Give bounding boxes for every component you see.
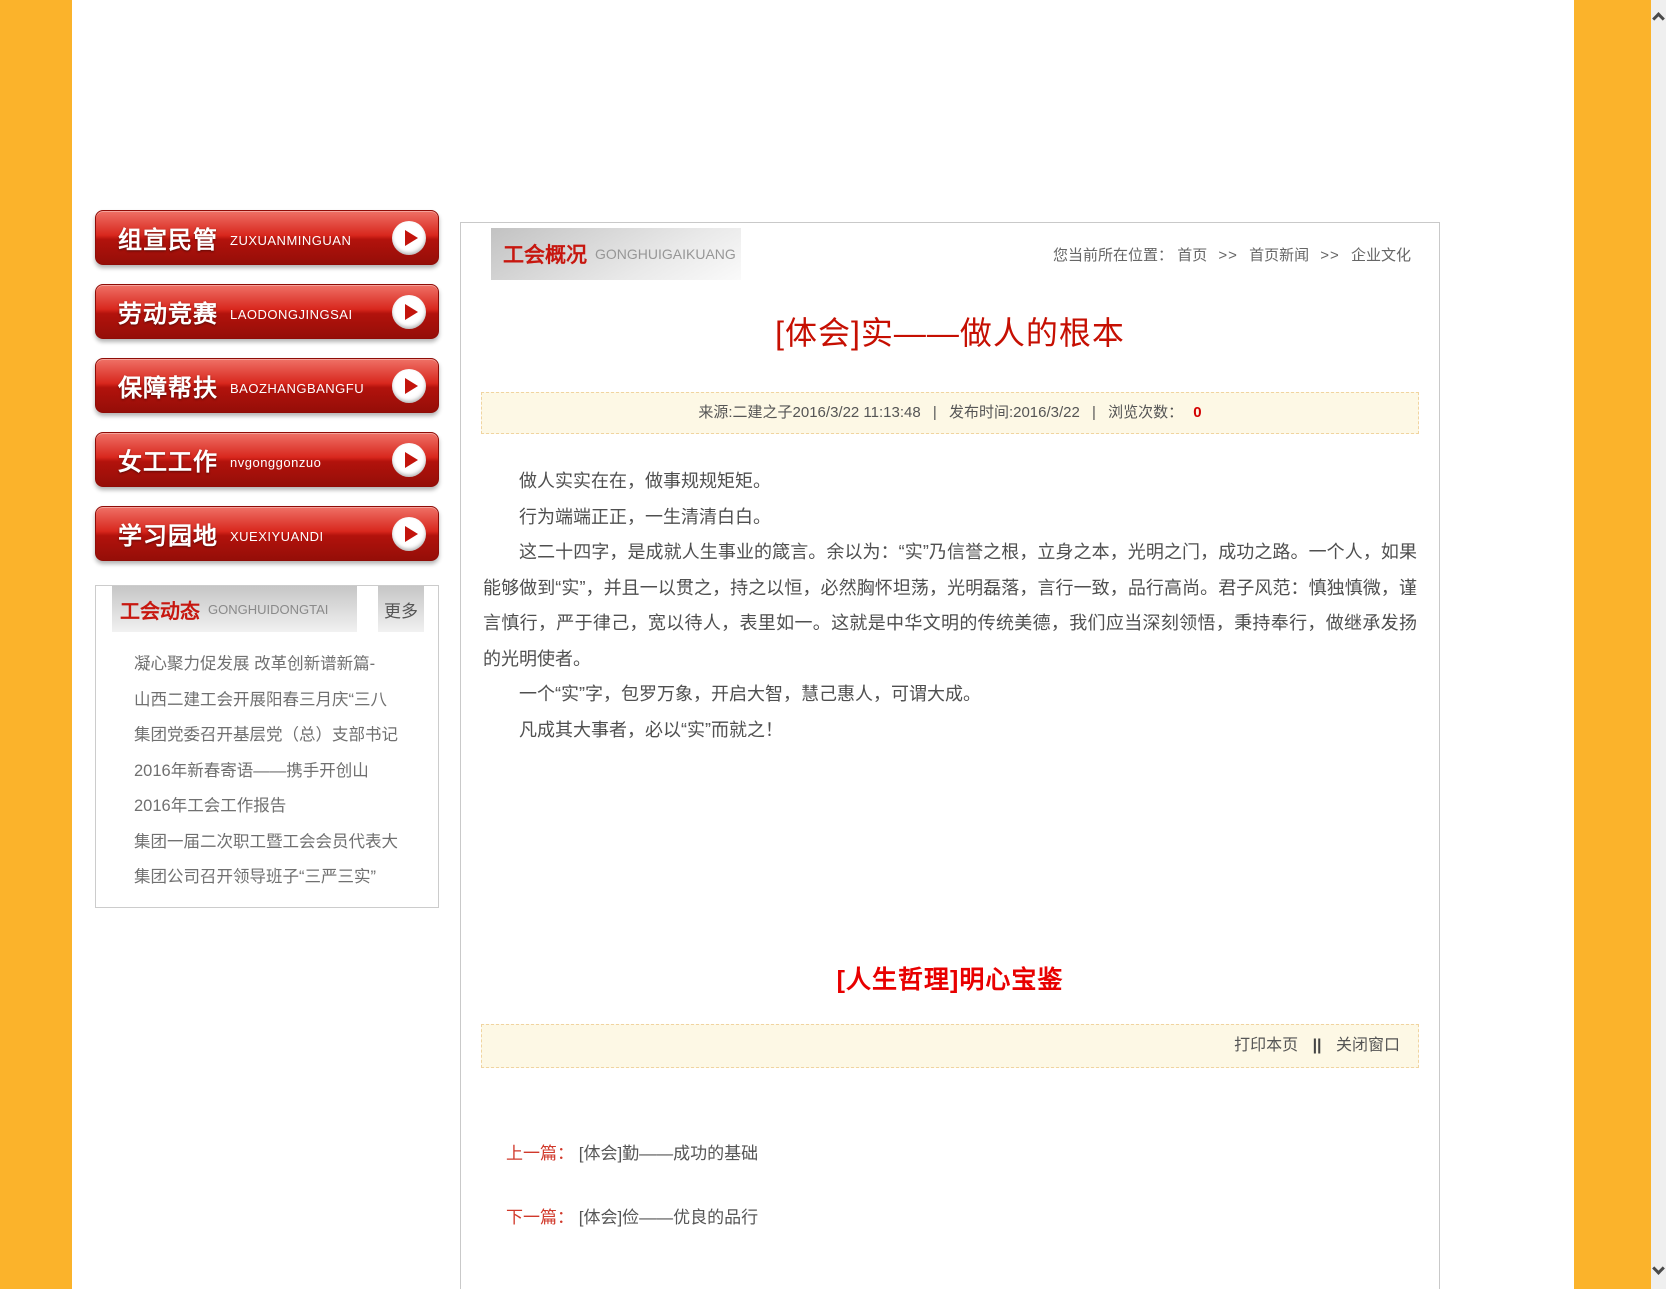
article-body: 做人实实在在，做事规规矩矩。 行为端端正正，一生清清白白。 这二十四字，是成就人… xyxy=(483,464,1417,748)
scroll-down-icon[interactable] xyxy=(1652,1262,1665,1275)
news-item[interactable]: 2016年新春寄语——携手开创山 xyxy=(134,754,428,790)
links-separator: || xyxy=(1313,1037,1322,1054)
scroll-up-icon[interactable] xyxy=(1652,12,1665,25)
sidebar-button-nvgonggongzuo[interactable]: 女工工作 nvgonggonzuo xyxy=(95,432,439,487)
section-header: 工会概况 GONGHUIGAIKUANG xyxy=(491,228,741,280)
breadcrumb-link-culture[interactable]: 企业文化 xyxy=(1351,247,1411,264)
news-item[interactable]: 凝心聚力促发展 改革创新谱新篇- xyxy=(134,647,428,683)
breadcrumb: 您当前所在位置： 首页 >> 首页新闻 >> 企业文化 xyxy=(1053,244,1411,265)
nav-button-pinyin: BAOZHANGBANGFU xyxy=(230,381,364,396)
sidebar-button-xuexiyuandi[interactable]: 学习园地 XUEXIYUANDI xyxy=(95,506,439,561)
prev-article-label: 上一篇： xyxy=(506,1144,574,1163)
play-icon xyxy=(392,443,426,477)
nav-button-pinyin: XUEXIYUANDI xyxy=(230,529,324,544)
breadcrumb-prefix: 您当前所在位置： xyxy=(1053,247,1173,264)
sidebar-button-zuxuanminguan[interactable]: 组宣民管 ZUXUANMINGUAN xyxy=(95,210,439,265)
news-item[interactable]: 山西二建工会开展阳春三月庆“三八 xyxy=(134,683,428,719)
prev-article-row: 上一篇： [体会]勤——成功的基础 xyxy=(461,1142,1439,1166)
union-news-list: 凝心聚力促发展 改革创新谱新篇- 山西二建工会开展阳春三月庆“三八 集团党委召开… xyxy=(134,647,428,896)
article-paragraph: 行为端端正正，一生清清白白。 xyxy=(483,500,1417,536)
meta-source: 来源:二建之子2016/3/22 11:13:48 xyxy=(698,404,920,421)
article-title: [体会]实——做人的根本 xyxy=(461,310,1439,356)
meta-divider: | xyxy=(1092,404,1096,421)
more-link[interactable]: 更多 xyxy=(378,586,424,632)
news-item[interactable]: 集团党委召开基层党（总）支部书记 xyxy=(134,718,428,754)
play-icon xyxy=(392,295,426,329)
nav-button-label: 保障帮扶 xyxy=(118,368,218,403)
article-meta-bar: 来源:二建之子2016/3/22 11:13:48 | 发布时间:2016/3/… xyxy=(481,392,1419,434)
page-scrollbar[interactable] xyxy=(1651,0,1666,1289)
breadcrumb-separator: >> xyxy=(1218,247,1238,264)
section-pinyin: GONGHUIGAIKUANG xyxy=(595,246,736,262)
breadcrumb-link-home[interactable]: 首页 xyxy=(1177,247,1207,264)
breadcrumb-link-news[interactable]: 首页新闻 xyxy=(1249,247,1309,264)
meta-views-label: 浏览次数： xyxy=(1108,404,1183,421)
play-icon xyxy=(392,369,426,403)
union-news-panel: 工会动态 GONGHUIDONGTAI 更多 凝心聚力促发展 改革创新谱新篇- … xyxy=(95,585,439,908)
union-news-header: 工会动态 GONGHUIDONGTAI 更多 xyxy=(96,586,438,632)
play-icon xyxy=(392,517,426,551)
next-article-label: 下一篇： xyxy=(506,1208,574,1227)
sidebar: 组宣民管 ZUXUANMINGUAN 劳动竞赛 LAODONGJINGSAI 保… xyxy=(95,210,439,908)
news-item[interactable]: 集团公司召开领导班子“三严三实” xyxy=(134,860,428,896)
nav-button-label: 女工工作 xyxy=(118,442,218,477)
sidebar-button-laodongjingsai[interactable]: 劳动竞赛 LAODONGJINGSAI xyxy=(95,284,439,339)
union-news-title-block: 工会动态 GONGHUIDONGTAI xyxy=(112,586,357,632)
next-article-link[interactable]: [体会]俭——优良的品行 xyxy=(579,1208,758,1227)
article-paragraph: 做人实实在在，做事规规矩矩。 xyxy=(483,464,1417,500)
union-news-title: 工会动态 xyxy=(120,595,200,624)
nav-button-pinyin: ZUXUANMINGUAN xyxy=(230,233,351,248)
right-border-decoration xyxy=(1574,0,1651,1289)
panel-header: 工会概况 GONGHUIGAIKUANG 您当前所在位置： 首页 >> 首页新闻… xyxy=(461,223,1439,280)
print-page-link[interactable]: 打印本页 xyxy=(1234,1037,1298,1054)
prev-article-link[interactable]: [体会]勤——成功的基础 xyxy=(579,1144,758,1163)
article-panel: 工会概况 GONGHUIGAIKUANG 您当前所在位置： 首页 >> 首页新闻… xyxy=(460,222,1440,1289)
meta-publish-time: 发布时间:2016/3/22 xyxy=(949,404,1080,421)
union-news-pinyin: GONGHUIDONGTAI xyxy=(208,602,328,617)
meta-divider: | xyxy=(933,404,937,421)
breadcrumb-separator: >> xyxy=(1320,247,1340,264)
page-root: 组宣民管 ZUXUANMINGUAN 劳动竞赛 LAODONGJINGSAI 保… xyxy=(0,0,1666,1289)
news-item[interactable]: 2016年工会工作报告 xyxy=(134,789,428,825)
article-subtitle: [人生哲理]明心宝鉴 xyxy=(461,964,1439,996)
views-count: 0 xyxy=(1193,404,1201,421)
nav-button-pinyin: nvgonggonzuo xyxy=(230,455,321,470)
article-paragraph: 一个“实”字，包罗万象，开启大智，慧己惠人，可谓大成。 xyxy=(483,677,1417,713)
play-icon xyxy=(392,221,426,255)
nav-button-label: 劳动竞赛 xyxy=(118,294,218,329)
sidebar-button-baozhangbangfu[interactable]: 保障帮扶 BAOZHANGBANGFU xyxy=(95,358,439,413)
nav-button-label: 学习园地 xyxy=(118,516,218,551)
next-article-row: 下一篇： [体会]俭——优良的品行 xyxy=(461,1206,1439,1230)
left-border-decoration xyxy=(0,0,72,1289)
nav-button-label: 组宣民管 xyxy=(118,220,218,255)
news-item[interactable]: 集团一届二次职工暨工会会员代表大 xyxy=(134,825,428,861)
nav-button-pinyin: LAODONGJINGSAI xyxy=(230,307,353,322)
print-close-bar: 打印本页 || 关闭窗口 xyxy=(481,1024,1419,1068)
article-paragraph: 凡成其大事者，必以“实”而就之！ xyxy=(483,713,1417,749)
article-paragraph: 这二十四字，是成就人生事业的箴言。余以为：“实”乃信誉之根，立身之本，光明之门，… xyxy=(483,535,1417,677)
section-title: 工会概况 xyxy=(503,239,587,269)
close-window-link[interactable]: 关闭窗口 xyxy=(1336,1037,1400,1054)
